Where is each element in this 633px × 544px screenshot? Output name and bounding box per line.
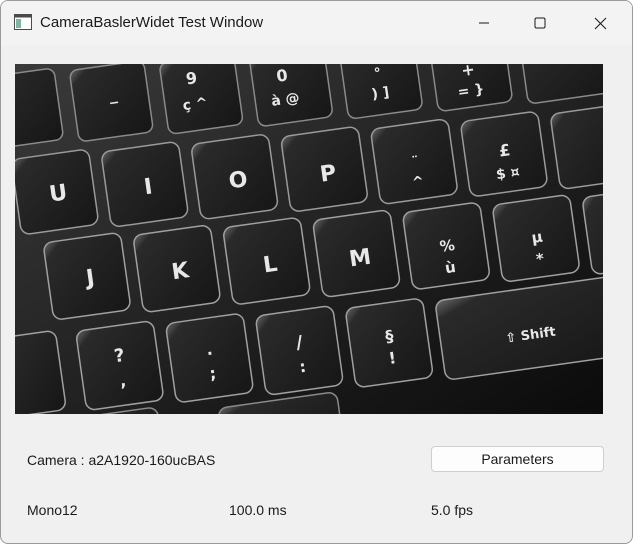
svg-text:M: M (348, 245, 373, 273)
minimize-icon (479, 22, 489, 24)
app-icon (14, 14, 32, 30)
maximize-button[interactable] (517, 1, 563, 45)
frame-rate-label: 5.0 fps (431, 502, 474, 518)
svg-text:O: O (227, 167, 249, 194)
app-window: CameraBaslerWidet Test Window _ 9 ç ^ 0 … (0, 0, 633, 544)
parameters-button[interactable]: Parameters (431, 446, 604, 472)
svg-text:%: % (439, 236, 456, 256)
minimize-button[interactable] (461, 1, 507, 45)
svg-text:) ]: ) ] (371, 84, 391, 102)
svg-text:$ ¤: $ ¤ (495, 164, 521, 183)
svg-text:^: ^ (411, 174, 425, 191)
window-title: CameraBaslerWidet Test Window (40, 14, 264, 31)
keyboard-image: _ 9 ç ^ 0 à @ ° ) ] + = } U I O P ¨ ^ £ (15, 64, 603, 414)
svg-text:U: U (48, 180, 69, 207)
exposure-time-label: 100.0 ms (229, 502, 287, 518)
svg-text:+: + (460, 64, 476, 80)
svg-text:P: P (318, 161, 337, 188)
maximize-icon (534, 17, 546, 29)
close-button[interactable] (577, 1, 623, 45)
title-bar[interactable]: CameraBaslerWidet Test Window (1, 1, 632, 45)
camera-video-feed[interactable]: _ 9 ç ^ 0 à @ ° ) ] + = } U I O P ¨ ^ £ (15, 64, 603, 414)
pixel-format-label: Mono12 (27, 502, 78, 518)
camera-model-label: Camera : a2A1920-160ucBAS (27, 452, 216, 468)
close-icon (594, 17, 606, 29)
